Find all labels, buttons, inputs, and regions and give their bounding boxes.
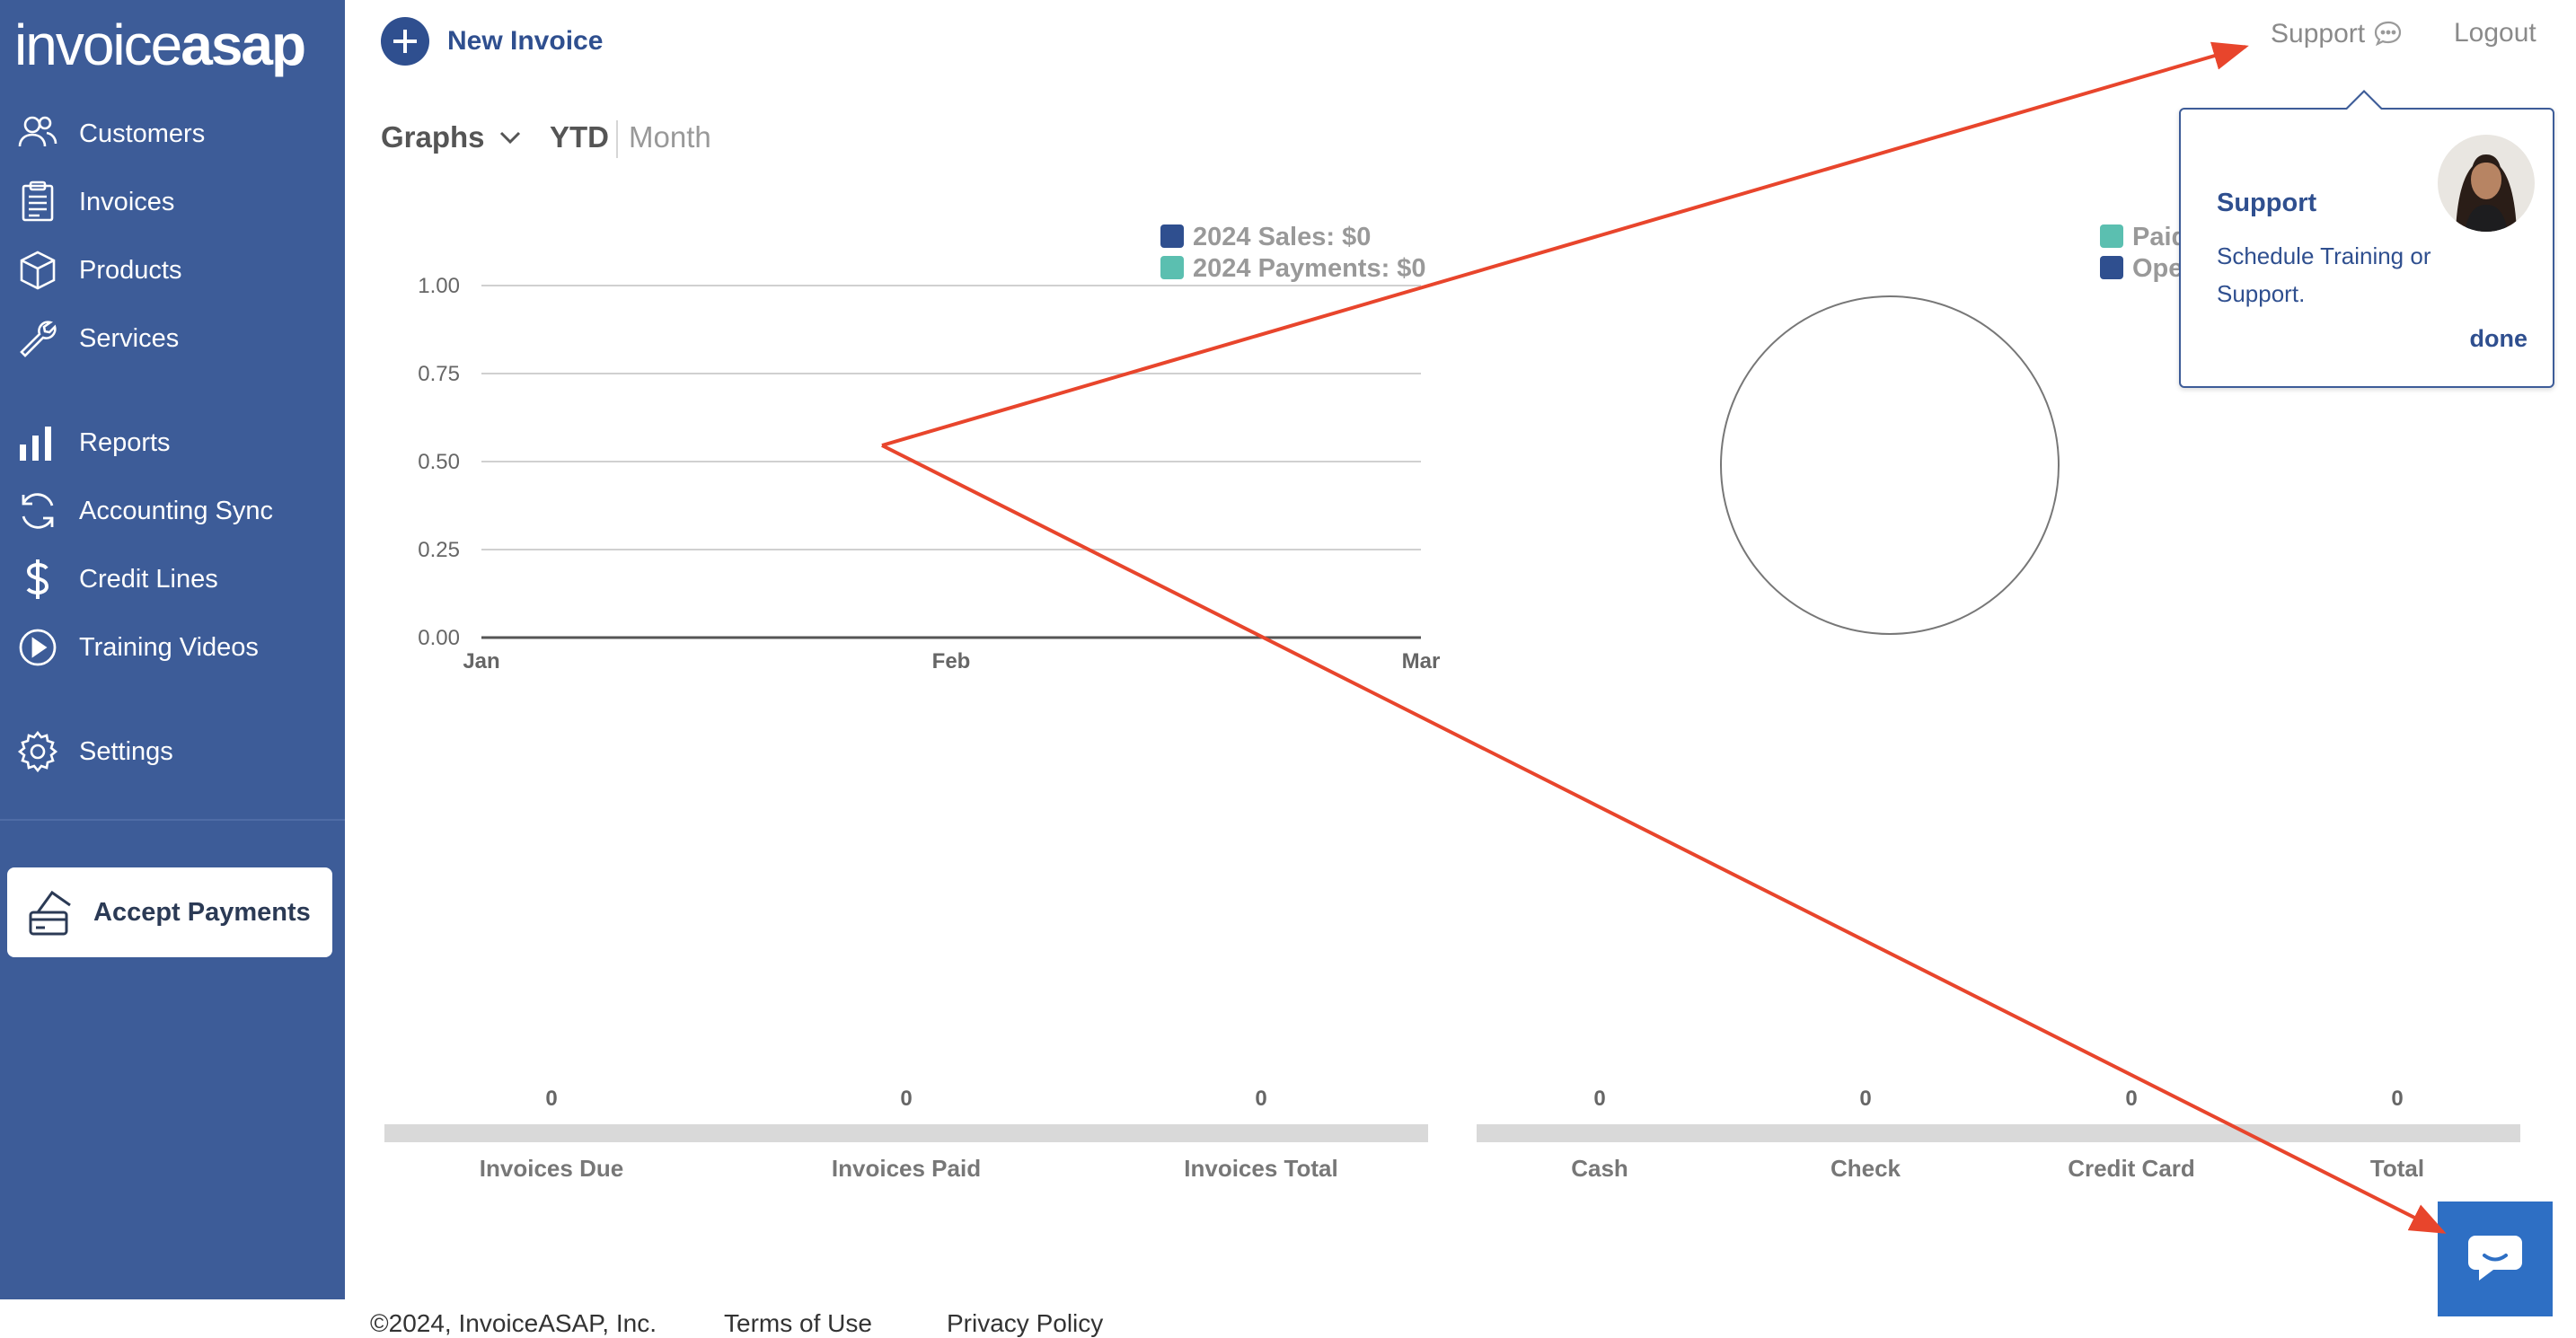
chevron-down-icon [499,131,520,145]
payment-card-icon [29,890,71,936]
invoices-paid-label: Invoices Paid [831,1155,982,1182]
cash-label: Cash [1571,1155,1628,1182]
sidebar-item-customers[interactable]: Customers [0,102,345,165]
sync-icon [22,493,54,529]
sidebar-item-accounting-sync[interactable]: Accounting Sync [0,480,345,542]
users-icon [18,116,57,147]
line-chart-x-ticks: Jan Feb Mar [463,649,1440,673]
check-label: Check [1830,1155,1901,1182]
footer-copyright: ©2024, InvoiceASAP, Inc. [370,1309,657,1337]
invoices-total-value: 0 [1255,1087,1267,1111]
x-tick-label: Mar [1402,649,1441,673]
legend-label: 2024 Payments: $0 [1193,254,1426,283]
legend-swatch [1160,256,1184,279]
y-tick-label: 0.50 [418,450,460,474]
logout-link[interactable]: Logout [2454,18,2536,48]
invoices-total-label: Invoices Total [1184,1155,1338,1182]
sidebar: invoiceasap Customers Invoices Products … [0,0,345,1299]
sidebar-item-label: Training Videos [79,632,259,662]
y-tick-label: 0.25 [418,538,460,562]
popover-text: Schedule Training or Support. [2217,242,2431,307]
gear-icon [17,730,58,773]
box-icon [20,251,56,290]
sidebar-item-label: Accounting Sync [79,496,274,525]
y-tick-label: 0.00 [418,626,460,650]
legend-swatch [2100,224,2123,248]
x-tick-label: Jan [463,649,499,673]
cash-value: 0 [1593,1087,1606,1111]
x-tick-label: Feb [932,649,971,673]
sidebar-item-label: Reports [79,427,171,457]
support-popover: Support Schedule Training or Support. do… [2179,90,2554,388]
sidebar-item-reports[interactable]: Reports [0,411,345,474]
sidebar-item-label: Credit Lines [79,564,218,594]
new-invoice-label: New Invoice [447,26,604,56]
legend-label: 2024 Sales: $0 [1193,223,1371,251]
tab-month[interactable]: Month [629,120,711,154]
sidebar-item-services[interactable]: Services [0,307,345,370]
support-agent-avatar [2438,135,2535,232]
sidebar-item-products[interactable]: Products [0,239,345,302]
support-link[interactable]: Support [2271,18,2404,50]
payments-summary-bar [1477,1124,2520,1142]
sidebar-item-label: Invoices [79,187,175,216]
terms-of-use-link[interactable]: Terms of Use [724,1309,872,1338]
sales-line-chart: 2024 Sales: $0 2024 Payments: $0 1.00 0.75… [418,223,1440,673]
sidebar-item-label: Services [79,323,180,353]
chat-icon [2468,1236,2522,1281]
payments-total-value: 0 [2391,1087,2404,1111]
play-circle-icon [19,629,57,666]
invoices-due-value: 0 [545,1087,558,1111]
tab-ytd[interactable]: YTD [550,120,609,154]
sidebar-item-credit-lines[interactable]: Credit Lines [0,548,345,611]
invoices-due-label: Invoices Due [479,1155,624,1182]
y-tick-label: 0.75 [418,362,460,386]
new-invoice-button[interactable]: New Invoice [381,16,603,66]
sidebar-item-label: Customers [79,119,206,148]
line-chart-legend: 2024 Sales: $0 2024 Payments: $0 [1160,223,1426,283]
payments-total-label: Total [2369,1155,2425,1182]
sidebar-item-invoices[interactable]: Invoices [0,171,345,233]
invoice-status-pie-chart: PaidOpen [1720,223,2199,635]
sidebar-item-settings[interactable]: Settings [0,720,345,783]
sidebar-item-label: Products [79,255,182,285]
legend-swatch [2100,256,2123,279]
y-tick-label: 1.00 [418,274,460,298]
popover-done-button[interactable]: done [2470,325,2528,353]
popover-title: Support [2217,189,2317,217]
accept-payments-label: Accept Payments [93,897,311,927]
invoices-paid-value: 0 [900,1087,913,1111]
accept-payments-button[interactable]: Accept Payments [7,867,332,957]
clipboard-icon [22,180,54,222]
chat-widget-button[interactable] [2438,1202,2553,1316]
dollar-icon [26,559,49,599]
legend-swatch [1160,224,1184,248]
wrench-icon [20,321,57,357]
credit-card-label: Credit Card [2068,1155,2195,1182]
sidebar-item-label: Settings [79,736,173,766]
pie-empty-circle [1720,295,2060,635]
check-value: 0 [1859,1087,1872,1111]
app-logo[interactable]: invoiceasap [14,13,306,77]
plus-circle-icon [381,17,429,66]
graphs-dropdown[interactable]: Graphs [381,120,523,154]
sidebar-item-training-videos[interactable]: Training Videos [0,616,345,679]
line-chart-grid [481,285,1421,639]
line-chart-y-ticks: 1.00 0.75 0.50 0.25 0.00 [418,274,460,650]
popover-arrow-inner [2346,92,2382,110]
privacy-policy-link[interactable]: Privacy Policy [947,1309,1103,1338]
bar-chart-icon [20,427,51,461]
credit-card-value: 0 [2125,1087,2138,1111]
chat-bubble-icon [2374,21,2402,47]
sidebar-divider [0,819,345,821]
invoices-summary-bar [384,1124,1428,1142]
tab-separator [616,120,618,158]
